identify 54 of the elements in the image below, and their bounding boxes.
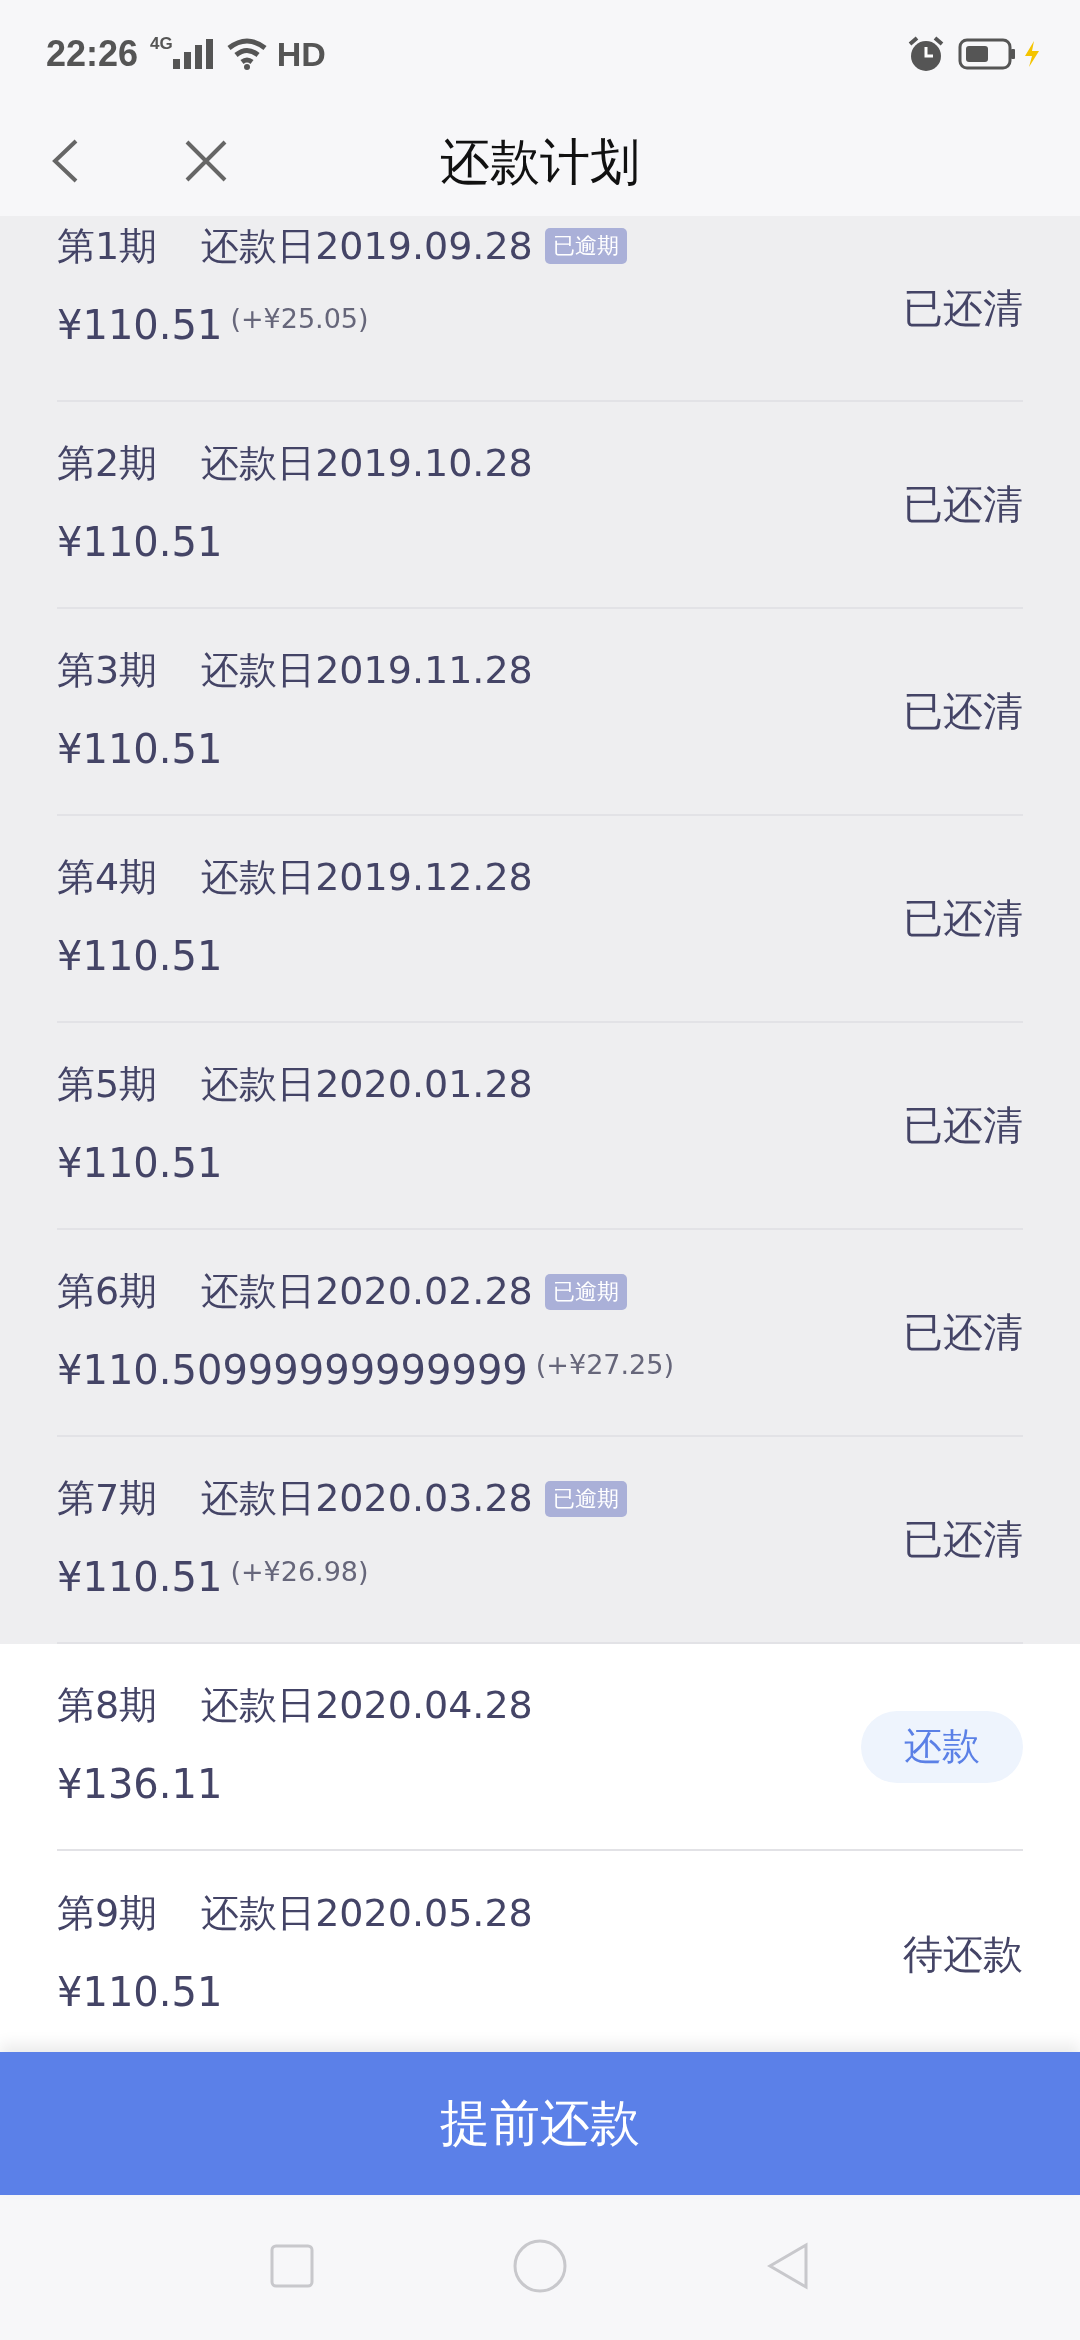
- due-date: 还款日2020.01.28: [201, 1061, 533, 1108]
- status-label: 已还清: [903, 894, 1023, 943]
- late-fee: (+¥26.98): [230, 1555, 369, 1587]
- due-date: 还款日2019.12.28: [201, 854, 533, 901]
- battery-icon: [958, 38, 1016, 70]
- due-date: 还款日2019.09.28: [201, 222, 533, 270]
- amount: ¥110.51: [57, 1969, 223, 2015]
- hd-label: HD: [276, 34, 326, 74]
- overdue-badge: 已逾期: [544, 228, 627, 264]
- period-label: 第5期: [57, 1061, 158, 1108]
- overdue-badge: 已逾期: [544, 1273, 627, 1310]
- status-label: 已还清: [903, 1308, 1023, 1357]
- alarm-icon: [908, 36, 944, 72]
- period-label: 第3期: [57, 647, 158, 694]
- due-date: 还款日2019.11.28: [201, 647, 533, 694]
- period-label: 第1期: [57, 222, 158, 270]
- signal-icon: [172, 39, 215, 69]
- late-fee: (+¥27.25): [535, 1348, 674, 1380]
- due-date: 还款日2019.10.28: [201, 440, 533, 487]
- period-label: 第2期: [57, 440, 158, 487]
- due-date: 还款日2020.05.28: [201, 1890, 533, 1937]
- period-label: 第6期: [57, 1268, 158, 1315]
- amount: ¥110.51: [57, 1140, 223, 1186]
- status-label: 已还清: [903, 1515, 1023, 1564]
- due-date: 还款日2020.03.28: [201, 1475, 533, 1522]
- status-label: 已还清: [903, 1101, 1023, 1150]
- amount: ¥136.11: [57, 1761, 223, 1807]
- period-label: 第7期: [57, 1475, 158, 1522]
- status-label: 已还清: [903, 480, 1023, 529]
- overdue-badge: 已逾期: [544, 1480, 627, 1517]
- due-date: 还款日2020.02.28: [201, 1268, 533, 1315]
- page-title: 还款计划: [440, 131, 640, 193]
- status-label: 已还清: [903, 283, 1023, 333]
- amount: ¥110.51: [57, 726, 223, 772]
- network-type: 4G: [150, 34, 173, 54]
- wifi-icon: [226, 38, 267, 70]
- period-label: 第4期: [57, 854, 158, 901]
- amount: ¥110.51: [57, 519, 223, 565]
- late-fee: (+¥25.05): [230, 303, 369, 334]
- amount: ¥110.51: [57, 301, 223, 348]
- prepay-button[interactable]: 提前还款: [0, 2052, 1080, 2195]
- period-label: 第8期: [57, 1682, 158, 1729]
- amount: ¥110.50999999999999: [57, 1347, 528, 1393]
- status-label: 待还款: [903, 1930, 1023, 1979]
- recent-apps-button[interactable]: [269, 2244, 314, 2291]
- amount: ¥110.51: [57, 933, 223, 979]
- amount: ¥110.51: [57, 1554, 223, 1600]
- repay-button[interactable]: 还款: [861, 1710, 1023, 1783]
- clock-time: 22:26: [46, 33, 139, 75]
- charging-icon: [1024, 41, 1040, 67]
- period-label: 第9期: [57, 1890, 158, 1937]
- due-date: 还款日2020.04.28: [201, 1682, 533, 1729]
- back-nav-button[interactable]: [766, 2242, 811, 2293]
- status-label: 已还清: [903, 687, 1023, 736]
